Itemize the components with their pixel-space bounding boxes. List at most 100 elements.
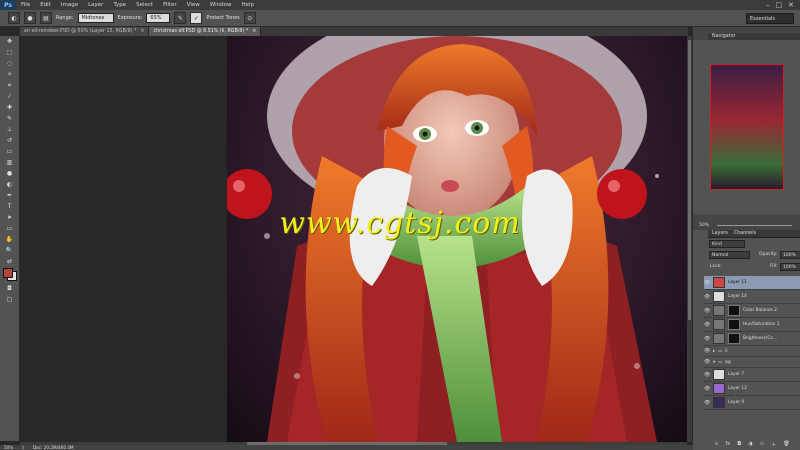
eye-icon[interactable]: 👁 bbox=[704, 322, 710, 328]
fill-input[interactable]: 100% bbox=[780, 263, 800, 271]
menu-help[interactable]: Help bbox=[236, 2, 259, 8]
layer-name[interactable]: Layer 14 bbox=[728, 294, 747, 299]
hand-tool-icon[interactable]: ✋ bbox=[0, 234, 19, 245]
layer-group-row[interactable]: 👁 ▾ ▭ bg bbox=[704, 357, 800, 368]
close-icon[interactable]: × bbox=[252, 29, 256, 34]
healing-brush-icon[interactable]: ✚ bbox=[0, 102, 19, 113]
layer-name[interactable]: Layer 0 bbox=[728, 400, 744, 405]
canvas-area[interactable]: www.cgtsj.com bbox=[20, 36, 687, 442]
gradient-tool-icon[interactable]: ▥ bbox=[0, 157, 19, 168]
menu-file[interactable]: File bbox=[16, 2, 35, 8]
layer-name[interactable]: bg bbox=[725, 360, 730, 365]
pressure-icon[interactable]: ⊙ bbox=[243, 12, 256, 24]
link-layers-icon[interactable]: ∞ bbox=[714, 441, 718, 447]
tab-christmas-elf[interactable]: christmas elf.PSD @ 8.51% (li, RGB/8) * … bbox=[149, 27, 262, 36]
vertical-scroll-thumb[interactable] bbox=[688, 40, 691, 320]
layer-row[interactable]: 👁 Hue/Saturation 1 bbox=[704, 318, 800, 332]
layer-row[interactable]: 👁 Layer 14 bbox=[704, 290, 800, 304]
menu-layer[interactable]: Layer bbox=[83, 2, 108, 8]
layer-group-row[interactable]: 👁 ▸ ▭ li bbox=[704, 346, 800, 357]
foreground-color-swatch[interactable] bbox=[3, 268, 13, 278]
menu-select[interactable]: Select bbox=[131, 2, 158, 8]
navigator-preview[interactable] bbox=[710, 64, 784, 190]
menu-filter[interactable]: Filter bbox=[158, 2, 182, 8]
layer-row[interactable]: 👁 Layer 11 bbox=[704, 276, 800, 290]
tab-layers[interactable]: Layers bbox=[712, 231, 734, 236]
marquee-tool-icon[interactable]: ⬚ bbox=[0, 47, 19, 58]
add-mask-icon[interactable]: ◘ bbox=[737, 441, 741, 447]
dodge-tool-preset-icon[interactable]: ◐ bbox=[8, 12, 20, 24]
eye-icon[interactable]: 👁 bbox=[704, 386, 710, 392]
layer-name[interactable]: li bbox=[725, 349, 727, 354]
brush-preset-icon[interactable]: ● bbox=[24, 12, 36, 24]
eye-icon[interactable]: 👁 bbox=[704, 400, 710, 406]
lasso-tool-icon[interactable]: ◌ bbox=[0, 58, 19, 69]
eye-icon[interactable]: 👁 bbox=[704, 359, 710, 365]
layer-name[interactable]: Layer 12 bbox=[728, 386, 747, 391]
close-button[interactable]: ✕ bbox=[788, 1, 794, 9]
layer-name[interactable]: Color Balance 2 bbox=[743, 308, 777, 313]
quick-mask-icon[interactable]: ◘ bbox=[0, 283, 19, 294]
blur-tool-icon[interactable]: ● bbox=[0, 168, 19, 179]
minimize-button[interactable]: – bbox=[766, 1, 770, 9]
menu-image[interactable]: Image bbox=[56, 2, 83, 8]
zoom-tool-icon[interactable]: 🔍 bbox=[0, 245, 19, 256]
move-tool-icon[interactable]: ✥ bbox=[0, 36, 19, 47]
eye-icon[interactable]: 👁 bbox=[704, 348, 710, 354]
eye-icon[interactable]: 👁 bbox=[704, 280, 710, 286]
delete-layer-icon[interactable]: 🗑 bbox=[783, 441, 789, 447]
airbrush-icon[interactable]: ✎ bbox=[174, 12, 187, 24]
exposure-input[interactable]: 65% bbox=[146, 13, 171, 23]
navigator-zoom-slider[interactable] bbox=[717, 225, 792, 226]
clone-stamp-icon[interactable]: ⊥ bbox=[0, 124, 19, 135]
tab-channels[interactable]: Channels bbox=[734, 231, 762, 236]
maximize-button[interactable]: □ bbox=[776, 1, 783, 9]
protect-tones-checkbox[interactable]: ✓ bbox=[190, 12, 203, 24]
collapse-arrow-icon[interactable]: ▾ bbox=[713, 360, 715, 365]
menu-view[interactable]: View bbox=[182, 2, 205, 8]
eraser-icon[interactable]: ▭ bbox=[0, 146, 19, 157]
workspace-select[interactable]: Essentials bbox=[746, 13, 794, 24]
document-size[interactable]: Doc: 20.2M/460.4M bbox=[33, 445, 74, 450]
adjustment-layer-icon[interactable]: ◑ bbox=[748, 441, 752, 447]
layer-name[interactable]: Layer 11 bbox=[728, 280, 747, 285]
crop-tool-icon[interactable]: ⌗ bbox=[0, 80, 19, 91]
eye-icon[interactable]: 👁 bbox=[704, 294, 710, 300]
eye-icon[interactable]: 👁 bbox=[704, 372, 710, 378]
type-tool-icon[interactable]: T bbox=[0, 201, 19, 212]
brush-panel-icon[interactable]: ▤ bbox=[40, 12, 52, 24]
quick-select-icon[interactable]: ✧ bbox=[0, 69, 19, 80]
status-share-icon[interactable]: ⇪ bbox=[21, 445, 25, 450]
pen-tool-icon[interactable]: ✒ bbox=[0, 190, 19, 201]
swap-colors-icon[interactable]: ⇄ bbox=[0, 256, 19, 267]
menu-window[interactable]: Window bbox=[205, 2, 237, 8]
screen-mode-icon[interactable]: ▢ bbox=[0, 294, 19, 305]
layer-name[interactable]: Layer 7 bbox=[728, 372, 744, 377]
shape-tool-icon[interactable]: ▭ bbox=[0, 223, 19, 234]
zoom-level[interactable]: 50% bbox=[4, 445, 13, 450]
layer-row[interactable]: 👁 Color Balance 2 bbox=[704, 304, 800, 318]
eye-icon[interactable]: 👁 bbox=[704, 336, 710, 342]
color-swatches[interactable] bbox=[0, 267, 19, 283]
path-select-icon[interactable]: ➤ bbox=[0, 212, 19, 223]
opacity-input[interactable]: 100% bbox=[780, 251, 800, 259]
layer-row[interactable]: 👁 Layer 0 bbox=[704, 396, 800, 410]
eye-icon[interactable]: 👁 bbox=[704, 308, 710, 314]
layer-row[interactable]: 👁 Layer 12 bbox=[704, 382, 800, 396]
layer-name[interactable]: Hue/Saturation 1 bbox=[743, 322, 780, 327]
tab-reindeer[interactable]: an ell-reindeer.PSD @ 50% (Layer 15, RGB… bbox=[20, 27, 150, 36]
layer-style-icon[interactable]: fx bbox=[725, 441, 730, 447]
brush-tool-icon[interactable]: ✎ bbox=[0, 113, 19, 124]
menu-type[interactable]: Type bbox=[108, 2, 131, 8]
layer-row[interactable]: 👁 Brightness/Co... bbox=[704, 332, 800, 346]
layer-row[interactable]: 👁 Layer 7 bbox=[704, 368, 800, 382]
blend-mode-select[interactable]: Normal bbox=[709, 251, 750, 259]
eyedropper-icon[interactable]: ⁄ bbox=[0, 91, 19, 102]
menu-edit[interactable]: Edit bbox=[35, 2, 56, 8]
new-group-icon[interactable]: ▭ bbox=[760, 441, 765, 447]
range-select[interactable]: Midtones bbox=[77, 13, 114, 23]
layer-name[interactable]: Brightness/Co... bbox=[743, 336, 777, 341]
dodge-tool-icon[interactable]: ◐ bbox=[0, 179, 19, 190]
expand-arrow-icon[interactable]: ▸ bbox=[713, 349, 715, 354]
navigator-zoom-value[interactable]: 50% bbox=[699, 223, 709, 228]
